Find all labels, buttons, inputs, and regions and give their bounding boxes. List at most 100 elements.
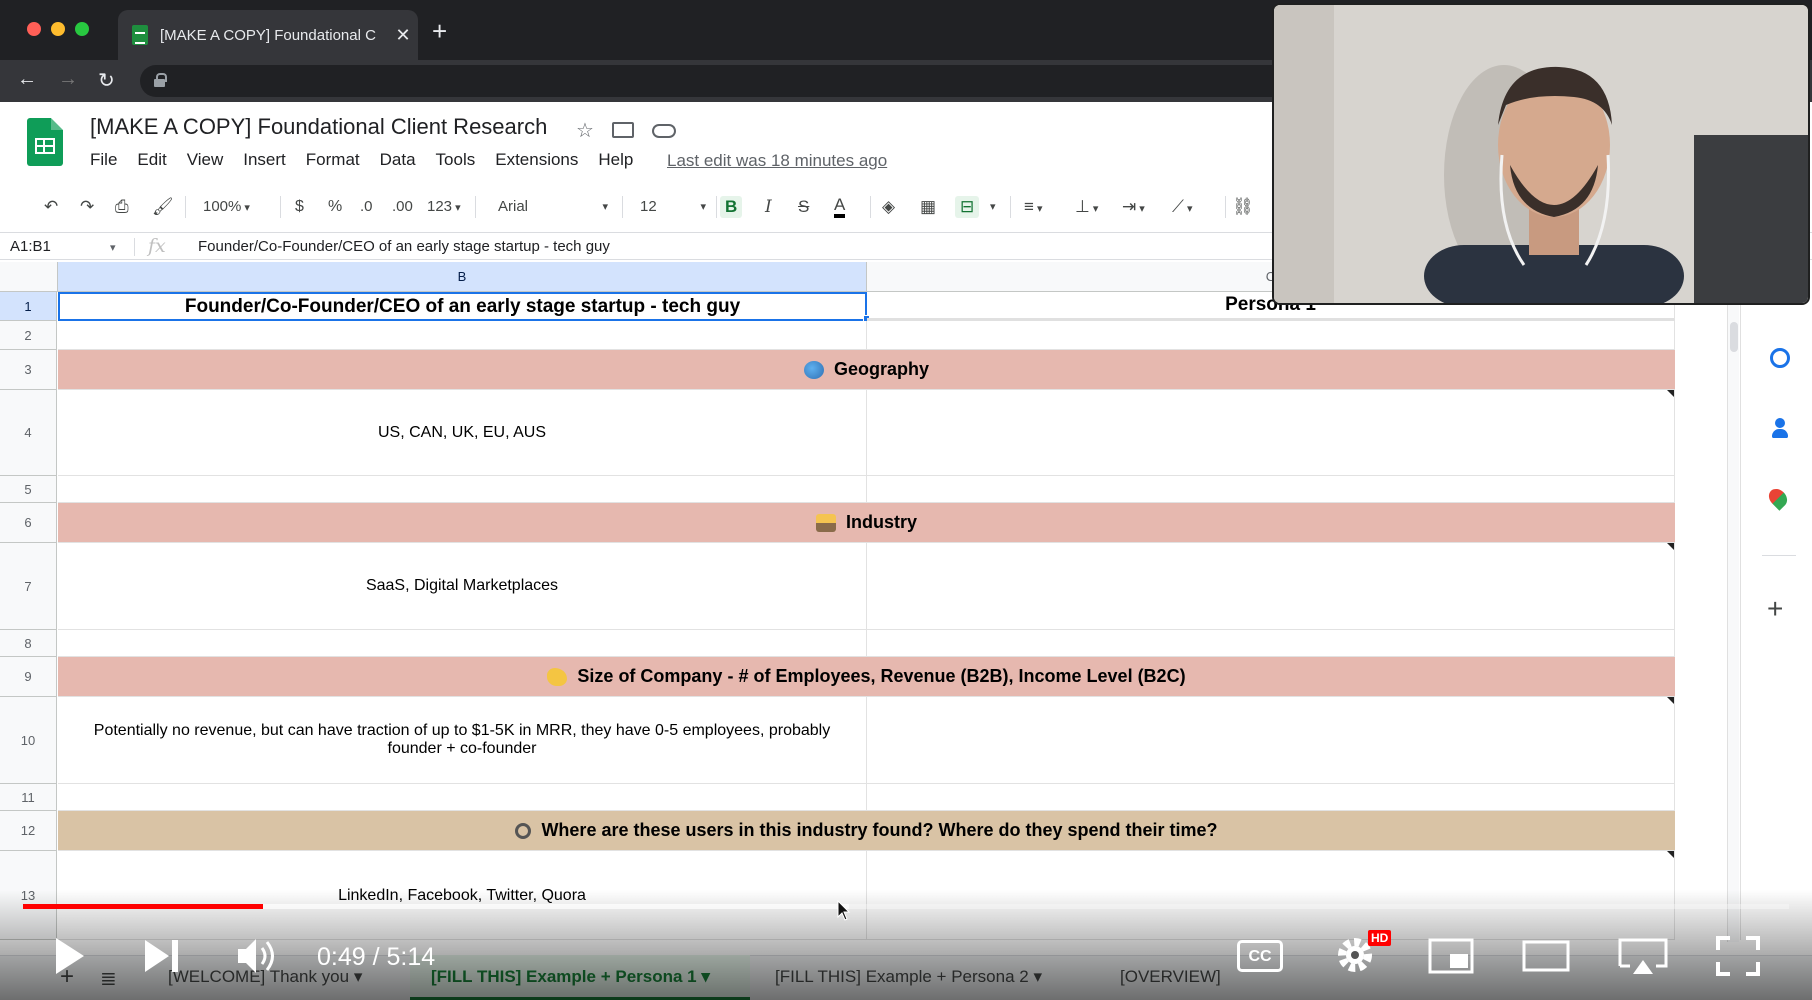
italic-button[interactable]: I xyxy=(765,196,772,218)
cell-c13[interactable] xyxy=(867,851,1675,940)
vertical-scrollbar[interactable] xyxy=(1727,292,1739,942)
cell-c8[interactable] xyxy=(867,630,1675,657)
more-formats-select[interactable]: 123 xyxy=(427,196,461,218)
row-header-12[interactable]: 12 xyxy=(0,811,57,851)
cell-b13-answer[interactable]: LinkedIn, Facebook, Twitter, Quora xyxy=(58,851,867,940)
currency-button[interactable]: $ xyxy=(295,196,304,218)
increase-decimal-button[interactable]: .00 xyxy=(392,196,413,218)
menu-file[interactable]: File xyxy=(90,150,117,170)
close-window-icon[interactable] xyxy=(27,22,41,36)
sheet-tab-overview[interactable]: [OVERVIEW] xyxy=(1120,967,1221,987)
percent-button[interactable]: % xyxy=(328,196,342,218)
merge-dropdown-icon[interactable]: ▾ xyxy=(990,196,996,218)
move-folder-icon[interactable] xyxy=(612,122,634,138)
text-color-button[interactable]: A xyxy=(834,196,846,218)
bold-button[interactable]: B xyxy=(720,196,743,218)
sheets-logo-icon[interactable] xyxy=(27,118,63,166)
contacts-icon[interactable] xyxy=(1770,418,1790,438)
play-icon[interactable] xyxy=(52,936,88,976)
sheet-tab-persona-2[interactable]: [FILL THIS] Example + Persona 2 ▾ xyxy=(775,967,1042,987)
cloud-status-icon[interactable] xyxy=(652,124,676,138)
reload-icon[interactable]: ↻ xyxy=(98,68,115,93)
vertical-align-icon[interactable]: ⊥ xyxy=(1075,196,1098,218)
video-progress-bar[interactable] xyxy=(23,904,1789,909)
cell-c4[interactable] xyxy=(867,390,1675,476)
all-sheets-icon[interactable]: ≣ xyxy=(100,966,117,991)
cell-c10[interactable] xyxy=(867,697,1675,784)
close-tab-icon[interactable]: ✕ xyxy=(388,25,418,46)
column-header-b[interactable]: B xyxy=(58,262,867,292)
miniplayer-icon[interactable] xyxy=(1428,938,1474,974)
back-icon[interactable]: ← xyxy=(17,68,37,91)
airplay-icon[interactable] xyxy=(1616,936,1670,976)
browser-tab[interactable]: [MAKE A COPY] Foundational C ✕ xyxy=(118,10,418,60)
paint-format-icon[interactable]: 🖌 xyxy=(152,196,174,218)
menu-tools[interactable]: Tools xyxy=(436,150,476,170)
zoom-select[interactable]: 100% xyxy=(203,196,250,218)
row-header-13[interactable]: 13 xyxy=(0,851,57,940)
row-header-11[interactable]: 11 xyxy=(0,784,57,811)
borders-icon[interactable]: ▦ xyxy=(920,196,936,218)
cell-b8[interactable] xyxy=(58,630,867,657)
cell-b7-answer[interactable]: SaaS, Digital Marketplaces xyxy=(58,543,867,630)
horizontal-align-icon[interactable]: ≡ xyxy=(1024,196,1043,218)
menu-edit[interactable]: Edit xyxy=(137,150,166,170)
next-icon[interactable] xyxy=(143,938,183,974)
font-select[interactable]: Arial ▾ xyxy=(498,196,608,218)
section-company-size[interactable]: Size of Company - # of Employees, Revenu… xyxy=(58,657,1675,705)
last-edit-link[interactable]: Last edit was 18 minutes ago xyxy=(667,151,887,171)
cell-b11[interactable] xyxy=(58,784,867,811)
tasks-icon[interactable] xyxy=(1770,348,1790,368)
row-header-3[interactable]: 3 xyxy=(0,350,57,390)
row-header-1[interactable]: 1 xyxy=(0,292,57,321)
maximize-window-icon[interactable] xyxy=(75,22,89,36)
row-header-10[interactable]: 10 xyxy=(0,697,57,784)
forward-icon[interactable]: → xyxy=(58,68,78,91)
row-header-6[interactable]: 6 xyxy=(0,503,57,543)
name-box-dropdown-icon[interactable]: ▾ xyxy=(110,241,116,254)
fill-color-icon[interactable]: ◈ xyxy=(882,196,895,218)
text-wrap-icon[interactable]: ⇥ xyxy=(1122,196,1145,218)
select-all-corner[interactable] xyxy=(0,262,58,292)
merge-cells-icon[interactable]: ⊟ xyxy=(955,196,980,218)
star-icon[interactable]: ☆ xyxy=(576,118,594,143)
scrollbar-thumb[interactable] xyxy=(1730,322,1738,352)
section-industry[interactable]: Industry xyxy=(58,503,1675,551)
add-addon-icon[interactable]: + xyxy=(1767,593,1783,625)
sheet-tab-persona-1[interactable]: [FILL THIS] Example + Persona 1 ▾ xyxy=(431,967,710,987)
cell-b10-answer[interactable]: Potentially no revenue, but can have tra… xyxy=(58,697,867,784)
menu-insert[interactable]: Insert xyxy=(243,150,286,170)
cell-b4-answer[interactable]: US, CAN, UK, EU, AUS xyxy=(58,390,867,476)
cell-c7[interactable] xyxy=(867,543,1675,630)
name-box[interactable]: A1:B1 xyxy=(10,238,51,255)
captions-button[interactable]: CC xyxy=(1237,940,1283,972)
formula-input[interactable]: Founder/Co-Founder/CEO of an early stage… xyxy=(198,238,610,255)
menu-format[interactable]: Format xyxy=(306,150,360,170)
redo-icon[interactable]: ↷ xyxy=(80,196,94,218)
menu-data[interactable]: Data xyxy=(380,150,416,170)
row-header-4[interactable]: 4 xyxy=(0,390,57,476)
row-header-8[interactable]: 8 xyxy=(0,630,57,657)
cell-b2[interactable] xyxy=(58,321,867,350)
row-header-5[interactable]: 5 xyxy=(0,476,57,503)
volume-icon[interactable] xyxy=(236,936,280,976)
undo-icon[interactable]: ↶ xyxy=(44,196,58,218)
document-title[interactable]: [MAKE A COPY] Foundational Client Resear… xyxy=(90,114,547,140)
cell-c2[interactable] xyxy=(867,321,1675,350)
cell-b1-header[interactable]: Founder/Co-Founder/CEO of an early stage… xyxy=(58,292,867,321)
cell-c5[interactable] xyxy=(867,476,1675,503)
insert-link-icon[interactable]: ⛓ xyxy=(1232,196,1254,218)
row-header-7[interactable]: 7 xyxy=(0,543,57,630)
text-rotation-icon[interactable]: ⟋ xyxy=(1172,196,1192,218)
row-header-9[interactable]: 9 xyxy=(0,657,57,697)
cell-c11[interactable] xyxy=(867,784,1675,811)
menu-help[interactable]: Help xyxy=(598,150,633,170)
strikethrough-button[interactable]: S xyxy=(798,196,809,218)
minimize-window-icon[interactable] xyxy=(51,22,65,36)
new-tab-button[interactable]: + xyxy=(432,16,447,47)
menu-extensions[interactable]: Extensions xyxy=(495,150,578,170)
section-where-found[interactable]: Where are these users in this industry f… xyxy=(58,811,1675,859)
cell-b5[interactable] xyxy=(58,476,867,503)
section-geography[interactable]: Geography xyxy=(58,350,1675,398)
fullscreen-icon[interactable] xyxy=(1716,936,1760,976)
